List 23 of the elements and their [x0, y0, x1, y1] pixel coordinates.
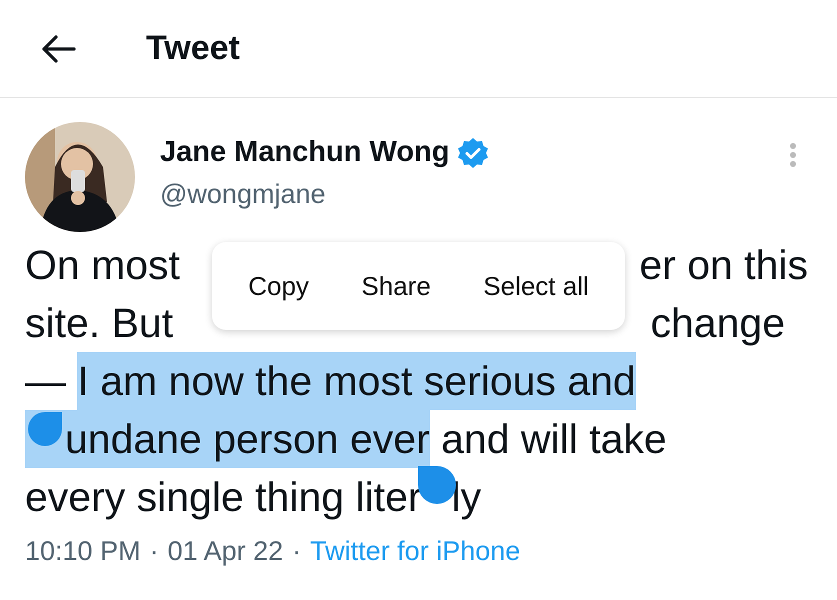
selection-handle[interactable] [418, 466, 456, 504]
tweet-time: 10:10 PM [25, 536, 141, 567]
tweet-text: On most [25, 241, 180, 290]
tweet-text: site. But [25, 299, 174, 348]
author-name: Jane Manchun Wong [160, 136, 450, 169]
tweet-text: — [25, 357, 67, 406]
selection-handle[interactable] [28, 412, 62, 446]
tweet-text: change [650, 299, 785, 348]
separator-dot: · [150, 536, 159, 567]
selected-text: I am now the most serious and [77, 352, 636, 410]
menu-item[interactable]: Select all [477, 266, 595, 306]
tweet-text: er on this [639, 241, 808, 290]
back-icon[interactable] [40, 34, 76, 64]
separator-dot: · [292, 536, 302, 567]
tweet-text: ly [452, 473, 482, 522]
selected-text: undane person ever [65, 410, 430, 468]
tweet-text: every single thing liter [25, 473, 422, 522]
menu-item[interactable]: Share [355, 266, 437, 306]
menu-item[interactable]: Copy [242, 266, 315, 306]
page-title: Tweet [146, 29, 240, 68]
tweet-date: 01 Apr 22 [168, 536, 284, 567]
tweet-text: and will take [440, 415, 667, 464]
author-handle: @wongmjane [160, 179, 326, 210]
